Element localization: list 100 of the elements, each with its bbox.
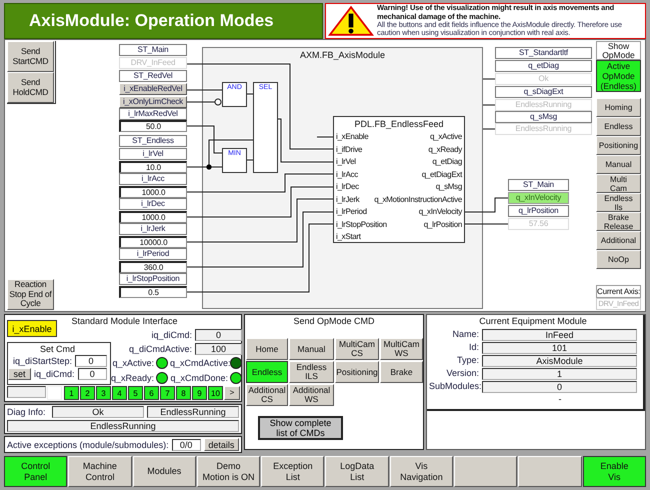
toggle-button[interactable]: i_xEnableRedVel [119,83,187,95]
opmode-command-button[interactable]: Home [246,338,288,360]
value-field[interactable]: 10.0 [119,161,187,173]
opmode-button[interactable]: Brake Release [596,212,641,231]
field-label: iq_diStartStep: [12,356,72,366]
opmode-button[interactable]: Positioning [596,136,641,155]
step-button[interactable]: 4 [112,386,127,400]
navigation-button[interactable]: Modules [132,456,196,487]
value-field[interactable]: 50.0 [119,120,187,132]
step-button[interactable]: 9 [192,386,207,400]
readout-field: EndlessRunning [147,406,239,418]
opmode-button[interactable]: Endless Ils [596,193,641,212]
variable-name: i_lrPeriod [119,248,187,260]
output-port: q_xReady [428,144,462,156]
step-button[interactable]: 10 [208,386,223,400]
step-button[interactable]: 3 [96,386,111,400]
value-field[interactable]: 0 [195,328,242,340]
opmode-command-button[interactable]: Endless [246,361,288,383]
input-port: i_lrAcc [336,168,358,181]
step-button[interactable]: 2 [80,386,95,400]
navigation-button[interactable]: Vis Navigation [390,456,454,487]
field-label: Active exceptions (module/submodules): [7,440,169,450]
value-field[interactable]: 0.5 [119,286,187,298]
navigation-button[interactable]: LogData List [325,456,389,487]
opmode-command-button[interactable]: MultiCam CS [335,338,379,360]
input-port: i_lrStopPosition [336,218,387,231]
opmode-button[interactable]: Endless [596,117,641,136]
output-port: q_etDiagExt [422,168,462,181]
field-label: Diag Info: [7,407,47,417]
opmode-button[interactable]: Multi Cam [596,174,641,193]
value-field[interactable]: 1000.0 [119,211,187,223]
readout-field: Ok [52,406,144,418]
input-field[interactable]: 0 [75,355,107,367]
opmode-command-button[interactable]: Brake [380,361,423,383]
junction-dot [206,164,212,170]
field-label: Version: [445,368,479,380]
variable-name: i_lrMaxRedVel [119,108,187,120]
readout-field: 57.56 [508,218,569,230]
reaction-button[interactable]: Reaction Stop End of Cycle [7,279,54,310]
step-button[interactable]: 8 [176,386,191,400]
readout-field: 0 [482,381,637,393]
active-opmode-indicator: Active OpMode (Endless) [596,60,641,92]
field-label: Type: [456,355,479,367]
panel-title: Send OpMode CMD [293,316,375,326]
readout-field: 1 [482,368,637,380]
send-command-button[interactable]: Send HoldCMD [7,72,54,103]
output-port: q_xMotionInstructionActive [374,194,462,206]
value-field[interactable]: 360.0 [119,261,187,273]
opmode-button[interactable]: Homing [596,98,641,117]
opmode-command-button[interactable]: Endless ILS [289,361,334,383]
variable-name: i_lrDec [119,198,187,210]
variable-name: q_sDiagExt [495,86,592,98]
value-field[interactable]: 10000.0 [119,236,187,248]
opmode-command-button[interactable]: Additional CS [246,384,288,406]
input-field[interactable] [7,386,46,398]
input-port: i_ifDrive [336,144,362,156]
enable-button[interactable]: i_xEnable [7,320,57,337]
indicator-label: q_xReady: [111,372,154,383]
navigation-button[interactable]: Enable Vis [582,456,646,487]
variable-name: ST_RedVel [119,70,187,82]
list-commands-button[interactable]: Show complete list of CMDs [258,416,343,440]
send-command-button[interactable]: Send StartCMD [7,41,54,72]
value-field[interactable]: 1000.0 [119,186,187,198]
block-title: PDL.FB_EndlessFeed [354,118,444,131]
details-button[interactable]: details [204,438,239,451]
toggle-button[interactable]: i_xOnlyLimCheck [119,96,187,108]
set-button[interactable]: set [8,368,32,380]
input-port: i_lrPeriod [336,206,367,218]
navigation-button[interactable]: Exception List [261,456,324,487]
input-field[interactable]: 0 [78,368,107,380]
step-button[interactable]: 5 [128,386,143,400]
step-button[interactable]: 1 [64,386,79,400]
step-button[interactable]: 6 [144,386,159,400]
readout-field: InFeed [482,329,637,341]
opmode-command-button[interactable]: Additional WS [289,384,334,406]
navigation-button[interactable]: Control Panel [4,456,68,487]
output-port: q_xInVelocity [418,206,462,218]
indicator-field: q_xInVelocity [508,192,569,204]
variable-name: i_lrVel [119,148,187,160]
opmode-command-button[interactable]: MultiCam WS [380,338,423,360]
variable-name: ST_Endless [119,135,187,147]
navigation-button[interactable]: Demo Motion is ON [196,456,260,487]
step-button[interactable]: 7 [160,386,175,400]
opmode-button[interactable]: NoOp [596,250,641,269]
next-button[interactable]: > [224,386,240,400]
opmode-button[interactable]: Additional [596,231,641,250]
readout-field: 101 [482,342,637,354]
block-title: AXM.FB_AxisModule [300,50,386,60]
footer-text: - [558,393,562,405]
wire [482,104,496,106]
value-field[interactable]: 100 [195,342,242,354]
input-port: i_lrDec [336,181,359,193]
field-label: Name: [451,329,479,341]
opmode-command-button[interactable]: Positioning [335,361,379,383]
input-port: i_xStart [336,231,361,243]
navigation-button[interactable]: Machine Control [68,456,132,487]
opmode-command-button[interactable]: Manual [289,338,334,360]
variable-name: i_lrAcc [119,173,187,185]
field-label: iq_diCmd: [34,369,75,379]
opmode-button[interactable]: Manual [596,155,641,174]
